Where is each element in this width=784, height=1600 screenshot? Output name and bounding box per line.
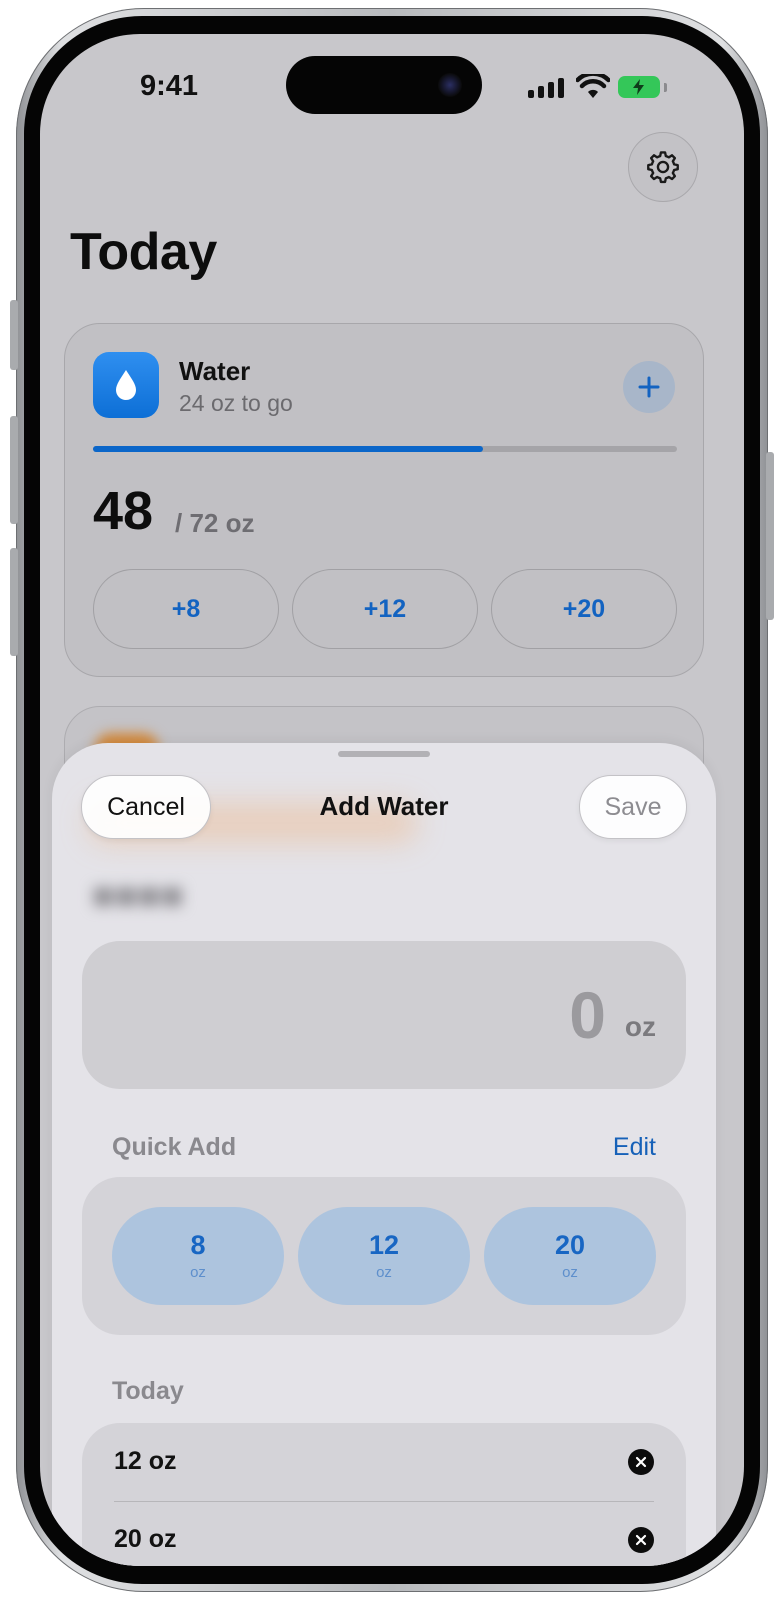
quick-add-option[interactable]: 8 oz (112, 1207, 284, 1305)
water-remaining: 24 oz to go (179, 390, 293, 416)
page-title: Today (70, 223, 217, 281)
action-button (10, 300, 18, 370)
quick-add-option[interactable]: 12 oz (298, 1207, 470, 1305)
quick-add-value: 12 (368, 1229, 400, 1260)
amount-input-unit: oz (624, 1011, 656, 1042)
log-entry-amount: 12 oz (114, 1447, 177, 1475)
water-goal: / 72 oz (175, 508, 255, 538)
water-drop-icon (116, 370, 136, 400)
quick-add-value: 8 (190, 1229, 206, 1260)
water-card-title: Water (179, 356, 251, 386)
quick-add-12-button[interactable]: +12 (292, 569, 478, 649)
quick-add-value: 20 (554, 1229, 586, 1260)
camera-icon (438, 73, 462, 97)
water-progress-bar (93, 446, 677, 452)
quick-add-panel: 8 oz 12 oz 20 oz (82, 1177, 686, 1335)
plus-icon (638, 376, 660, 398)
sheet-grabber[interactable] (338, 751, 430, 757)
add-water-sheet: Cancel Add Water Save ■■■■ 0 oz Quick Ad… (52, 743, 716, 1566)
settings-button[interactable] (628, 132, 698, 202)
status-time: 9:41 (140, 70, 199, 102)
today-log-list: 12 oz 20 oz (82, 1423, 686, 1566)
volume-down-button (10, 548, 18, 656)
quick-add-option[interactable]: 20 oz (484, 1207, 656, 1305)
volume-up-button (10, 416, 18, 524)
quick-add-unit: oz (376, 1264, 392, 1282)
close-icon (635, 1534, 647, 1546)
list-item: 12 oz (114, 1427, 654, 1497)
gear-icon (647, 151, 679, 184)
list-item: 20 oz (114, 1505, 654, 1566)
battery-tip (664, 83, 667, 92)
amount-input-value: 0 (569, 978, 606, 1052)
delete-entry-button[interactable] (628, 1449, 654, 1475)
today-section-label: Today (112, 1377, 184, 1405)
signal-icon (528, 78, 564, 98)
edit-quick-add-button[interactable]: Edit (613, 1133, 656, 1162)
dynamic-island (286, 56, 482, 114)
close-icon (635, 1456, 647, 1468)
list-divider (114, 1501, 654, 1502)
quick-add-8-button[interactable]: +8 (93, 569, 279, 649)
battery-icon (618, 76, 660, 98)
wifi-icon (576, 74, 610, 98)
quick-add-label: Quick Add (112, 1133, 237, 1161)
blurred-content: ■■■■ (92, 875, 184, 917)
amount-input[interactable]: 0 oz (82, 941, 686, 1089)
save-button[interactable]: Save (579, 775, 687, 839)
power-button (766, 452, 774, 620)
quick-add-unit: oz (190, 1264, 206, 1282)
log-entry-amount: 20 oz (114, 1525, 177, 1553)
water-app-icon (93, 352, 159, 418)
quick-add-20-button[interactable]: +20 (491, 569, 677, 649)
delete-entry-button[interactable] (628, 1527, 654, 1553)
water-amount: 48 (93, 481, 154, 541)
screen: 9:41 Today Water 24 oz to go 48 / 72 oz … (40, 34, 744, 1566)
quick-add-unit: oz (562, 1264, 578, 1282)
water-progress-fill (93, 446, 483, 452)
add-water-button[interactable] (623, 361, 675, 413)
water-card[interactable]: Water 24 oz to go 48 / 72 oz +8 +12 +20 (64, 323, 704, 677)
